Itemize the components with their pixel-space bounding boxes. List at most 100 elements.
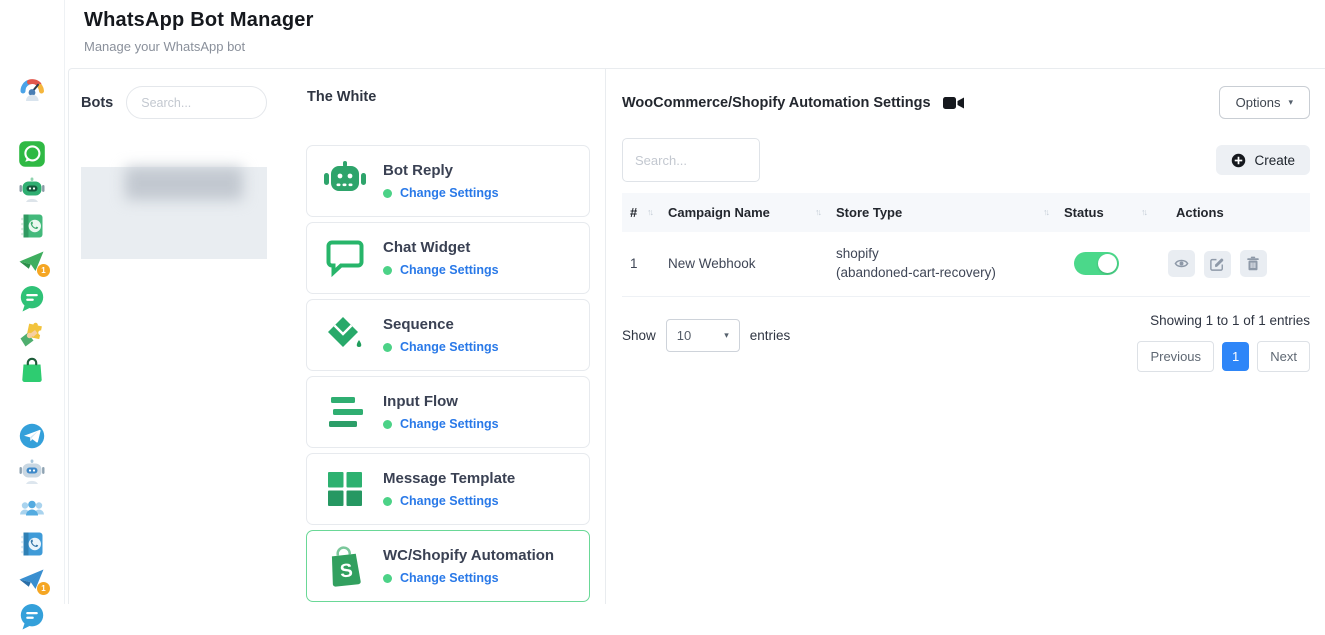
show-label: Show	[622, 328, 656, 343]
showing-entries-text: Showing 1 to 1 of 1 entries	[1150, 313, 1310, 328]
delete-button[interactable]	[1240, 250, 1267, 277]
module-title: Sequence	[383, 316, 499, 333]
trash-icon	[1246, 256, 1260, 271]
change-settings-link[interactable]: Change Settings	[383, 417, 499, 431]
module-card-message-template[interactable]: Message Template Change Settings	[306, 453, 590, 525]
change-settings-link[interactable]: Change Settings	[383, 263, 499, 277]
whatsapp-contacts-icon	[18, 212, 46, 240]
module-card-input-flow[interactable]: Input Flow Change Settings	[306, 376, 590, 448]
bots-panel-title: Bots	[81, 95, 113, 111]
telegram-chat-icon	[18, 602, 46, 630]
nav-whatsapp[interactable]	[18, 140, 46, 168]
change-settings-link[interactable]: Change Settings	[383, 571, 554, 585]
change-settings-link[interactable]: Change Settings	[383, 494, 515, 508]
col-store-type[interactable]: Store Type↑↓	[828, 193, 1056, 232]
change-settings-link[interactable]: Change Settings	[383, 186, 499, 200]
page-size-control: Show 10 ▾ entries	[622, 319, 790, 352]
table-header-row: #↑↓ Campaign Name↑↓ Store Type↑↓ Status↑…	[622, 193, 1310, 232]
sort-icon: ↑↓	[1043, 207, 1048, 217]
row-status	[1056, 232, 1154, 296]
table-search-input[interactable]	[622, 138, 760, 182]
module-title: WC/Shopify Automation	[383, 547, 554, 564]
bots-search-input[interactable]	[126, 86, 267, 119]
whatsapp-icon	[18, 140, 46, 168]
edit-icon	[1210, 257, 1224, 271]
nav-telegram-chat[interactable]	[18, 602, 46, 630]
status-toggle[interactable]	[1074, 252, 1119, 275]
settings-header: WooCommerce/Shopify Automation Settings …	[622, 86, 1310, 119]
module-title: Bot Reply	[383, 162, 499, 179]
nav-whatsapp-contacts[interactable]	[18, 212, 46, 240]
dashboard-gauge-icon	[18, 74, 46, 102]
app-window: 1	[0, 0, 1325, 604]
telegram-contacts-icon	[18, 530, 46, 558]
settings-title: WooCommerce/Shopify Automation Settings	[622, 95, 931, 111]
nav-store[interactable]	[18, 356, 46, 384]
robot-icon	[322, 161, 368, 201]
module-title: Input Flow	[383, 393, 499, 410]
nav-whatsapp-campaign[interactable]: 1	[18, 248, 46, 276]
sort-icon: ↑↓	[815, 207, 820, 217]
paint-bucket-icon	[322, 315, 368, 355]
entries-label: entries	[750, 328, 791, 343]
nav-whatsapp-chat[interactable]	[18, 284, 46, 312]
col-index[interactable]: #↑↓	[622, 193, 660, 232]
edit-button[interactable]	[1204, 251, 1231, 278]
nav-telegram-contacts[interactable]	[18, 530, 46, 558]
nav-telegram-bot[interactable]	[18, 458, 46, 486]
nav-integration[interactable]	[18, 320, 46, 348]
status-dot-icon	[383, 420, 392, 429]
selected-bot-name: The White	[307, 89, 590, 105]
module-cards: Bot Reply Change Settings	[306, 145, 590, 602]
row-actions	[1154, 232, 1310, 296]
nav-dashboard[interactable]	[18, 74, 46, 102]
sort-icon: ↑↓	[1141, 207, 1146, 217]
row-store-type: shopify (abandoned-cart-recovery)	[828, 232, 1056, 296]
video-tutorial-icon[interactable]	[943, 96, 965, 110]
board: Bots The White	[68, 68, 1325, 604]
next-page-button[interactable]: Next	[1257, 341, 1310, 372]
bots-panel-header: Bots	[69, 86, 291, 139]
whatsapp-chat-icon	[18, 284, 46, 312]
nav-telegram-campaign[interactable]: 1	[18, 566, 46, 594]
automation-table: #↑↓ Campaign Name↑↓ Store Type↑↓ Status↑…	[622, 193, 1310, 297]
toggle-knob	[1098, 254, 1117, 273]
col-status[interactable]: Status↑↓	[1056, 193, 1154, 232]
status-dot-icon	[383, 189, 392, 198]
create-button[interactable]: Create	[1216, 145, 1310, 175]
pagination: Previous 1 Next	[1137, 341, 1310, 372]
options-button[interactable]: Options ▾	[1219, 86, 1310, 119]
module-card-bot-reply[interactable]: Bot Reply Change Settings	[306, 145, 590, 217]
store-bag-icon	[18, 356, 46, 384]
col-campaign-name[interactable]: Campaign Name↑↓	[660, 193, 828, 232]
whatsapp-bot-icon	[18, 176, 46, 204]
page-size-select[interactable]: 10 ▾	[666, 319, 740, 352]
integration-puzzle-icon	[18, 320, 46, 348]
page-header: WhatsApp Bot Manager Manage your WhatsAp…	[65, 0, 1325, 68]
page-number-active[interactable]: 1	[1222, 342, 1249, 371]
previous-page-button[interactable]: Previous	[1137, 341, 1214, 372]
table-footer: Show 10 ▾ entries Showing 1 to 1 of 1 en…	[622, 311, 1310, 372]
module-card-chat-widget[interactable]: Chat Widget Change Settings	[306, 222, 590, 294]
bot-list-item-selected[interactable]	[81, 167, 267, 259]
module-card-wc-shopify-automation[interactable]: S WC/Shopify Automation Change Settings	[306, 530, 590, 602]
change-settings-link[interactable]: Change Settings	[383, 340, 499, 354]
telegram-bot-icon	[18, 458, 46, 486]
status-dot-icon	[383, 343, 392, 352]
modules-panel: The White	[291, 69, 605, 604]
page-title: WhatsApp Bot Manager	[84, 9, 1325, 32]
row-campaign-name: New Webhook	[660, 232, 828, 296]
bars-icon	[322, 395, 368, 429]
status-dot-icon	[383, 497, 392, 506]
nav-telegram[interactable]	[18, 422, 46, 450]
content: WhatsApp Bot Manager Manage your WhatsAp…	[65, 0, 1325, 604]
nav-whatsapp-bot[interactable]	[18, 176, 46, 204]
shopify-bag-icon: S	[322, 544, 368, 588]
nav-telegram-groups[interactable]	[18, 494, 46, 522]
view-button[interactable]	[1168, 250, 1195, 277]
row-index: 1	[622, 232, 660, 296]
col-actions: Actions	[1154, 193, 1310, 232]
page-subtitle: Manage your WhatsApp bot	[84, 39, 1325, 54]
module-card-sequence[interactable]: Sequence Change Settings	[306, 299, 590, 371]
caret-down-icon: ▾	[724, 330, 729, 341]
